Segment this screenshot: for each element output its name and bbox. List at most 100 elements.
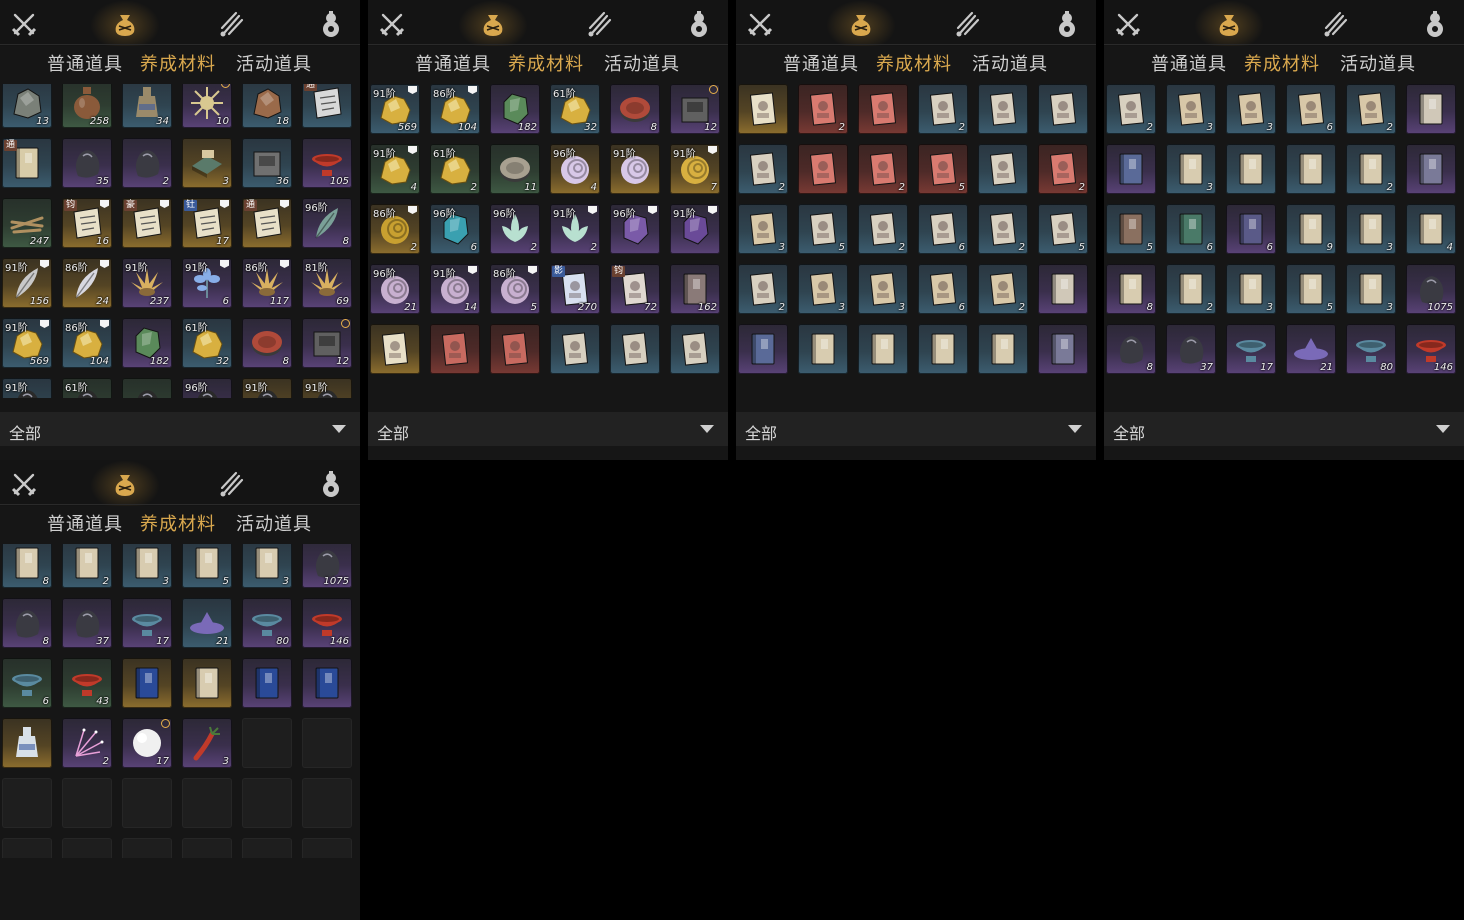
item-slot[interactable]: 3 xyxy=(738,204,788,254)
item-slot[interactable]: 3 xyxy=(1166,144,1216,194)
empty-slot[interactable] xyxy=(2,778,52,828)
item-slot[interactable] xyxy=(738,84,788,134)
tab-growth-materials[interactable]: 养成材料 xyxy=(140,510,216,536)
item-slot[interactable]: 96阶 21 xyxy=(370,264,420,314)
empty-slot[interactable] xyxy=(122,838,172,858)
item-slot[interactable]: 12 xyxy=(670,84,720,134)
item-slot[interactable]: 86阶 104 xyxy=(430,84,480,134)
item-slot[interactable] xyxy=(1406,84,1456,134)
item-slot[interactable]: 2 xyxy=(858,144,908,194)
filter-dropdown[interactable]: 全部 xyxy=(0,412,360,446)
item-slot[interactable]: 9 xyxy=(1286,204,1336,254)
empty-slot[interactable] xyxy=(122,778,172,828)
pouch-icon[interactable] xyxy=(111,10,139,38)
tab-event-items[interactable]: 活动道具 xyxy=(236,50,312,76)
item-slot[interactable]: 61阶 2 xyxy=(430,144,480,194)
item-slot[interactable]: 5 xyxy=(1286,264,1336,314)
item-slot[interactable]: 80 xyxy=(1346,324,1396,374)
item-slot[interactable]: 钧 72 xyxy=(610,264,660,314)
crossed-swords-icon[interactable] xyxy=(10,470,38,498)
item-slot[interactable]: 2 xyxy=(1346,144,1396,194)
tab-common-items[interactable]: 普通道具 xyxy=(783,50,859,76)
empty-slot[interactable] xyxy=(242,838,292,858)
item-slot[interactable] xyxy=(182,658,232,708)
item-slot[interactable] xyxy=(550,324,600,374)
item-slot[interactable]: 18 xyxy=(242,84,292,128)
pouch-icon[interactable] xyxy=(1215,10,1243,38)
item-slot[interactable]: 96阶 2 xyxy=(490,204,540,254)
item-slot[interactable] xyxy=(610,324,660,374)
pouch-icon[interactable] xyxy=(479,10,507,38)
item-slot[interactable]: 21 xyxy=(182,598,232,648)
item-slot[interactable]: 2 xyxy=(858,204,908,254)
item-slot[interactable]: 影 270 xyxy=(550,264,600,314)
item-slot[interactable]: 3 xyxy=(182,138,232,188)
tab-common-items[interactable]: 普通道具 xyxy=(415,50,491,76)
item-slot[interactable]: 6 xyxy=(2,658,52,708)
empty-slot[interactable] xyxy=(242,778,292,828)
item-slot[interactable] xyxy=(670,324,720,374)
item-slot[interactable] xyxy=(1106,144,1156,194)
item-slot[interactable]: 2 xyxy=(978,264,1028,314)
item-slot[interactable] xyxy=(978,144,1028,194)
item-slot[interactable]: 105 xyxy=(302,138,352,188)
item-slot[interactable] xyxy=(122,658,172,708)
item-slot[interactable]: 2 xyxy=(978,204,1028,254)
item-slot[interactable]: 37 xyxy=(62,598,112,648)
item-slot[interactable]: 13 xyxy=(2,84,52,128)
item-slot[interactable]: 6 xyxy=(1226,204,1276,254)
item-slot[interactable]: 3 xyxy=(1226,84,1276,134)
item-slot[interactable] xyxy=(978,324,1028,374)
item-slot[interactable]: 162 xyxy=(670,264,720,314)
tab-growth-materials[interactable]: 养成材料 xyxy=(140,50,216,76)
item-slot[interactable]: 12 xyxy=(302,318,352,368)
scroll-brush-icon[interactable] xyxy=(217,470,245,498)
crossed-swords-icon[interactable] xyxy=(1114,10,1142,38)
scroll-brush-icon[interactable] xyxy=(953,10,981,38)
item-slot[interactable]: 81阶 69 xyxy=(302,258,352,308)
gourd-icon[interactable] xyxy=(1421,10,1449,38)
item-slot[interactable]: 91阶 2 xyxy=(550,204,600,254)
item-slot[interactable]: 6 xyxy=(918,204,968,254)
item-slot[interactable]: 61阶 xyxy=(62,378,112,398)
item-slot[interactable]: 17 xyxy=(1226,324,1276,374)
item-slot[interactable]: 通 xyxy=(2,138,52,188)
crossed-swords-icon[interactable] xyxy=(10,10,38,38)
item-slot[interactable] xyxy=(242,658,292,708)
empty-slot[interactable] xyxy=(182,778,232,828)
pouch-icon[interactable] xyxy=(111,470,139,498)
item-slot[interactable]: 258 xyxy=(62,84,112,128)
item-slot[interactable]: 146 xyxy=(302,598,352,648)
item-slot[interactable] xyxy=(738,324,788,374)
item-slot[interactable]: 91阶 7 xyxy=(670,144,720,194)
item-slot[interactable]: 91阶 xyxy=(610,144,660,194)
item-slot[interactable]: 豪 xyxy=(122,198,172,248)
tab-event-items[interactable]: 活动道具 xyxy=(236,510,312,536)
item-slot[interactable]: 10 xyxy=(182,84,232,128)
item-slot[interactable] xyxy=(858,84,908,134)
item-slot[interactable]: 91阶 14 xyxy=(430,264,480,314)
item-slot[interactable]: 80 xyxy=(242,598,292,648)
item-slot[interactable]: 8 xyxy=(2,598,52,648)
item-slot[interactable]: 91阶 xyxy=(242,378,292,398)
item-slot[interactable]: 86阶 24 xyxy=(62,258,112,308)
item-slot[interactable]: 11 xyxy=(490,144,540,194)
tab-growth-materials[interactable]: 养成材料 xyxy=(876,50,952,76)
item-slot[interactable]: 182 xyxy=(490,84,540,134)
item-slot[interactable] xyxy=(978,84,1028,134)
item-slot[interactable]: 2 xyxy=(738,144,788,194)
item-slot[interactable]: 2 xyxy=(1106,84,1156,134)
empty-slot[interactable] xyxy=(62,778,112,828)
item-slot[interactable]: 3 xyxy=(1346,264,1396,314)
item-slot[interactable]: 1075 xyxy=(1406,264,1456,314)
item-slot[interactable]: 通 xyxy=(242,198,292,248)
item-slot[interactable]: 2 xyxy=(62,718,112,768)
item-slot[interactable] xyxy=(1406,144,1456,194)
item-slot[interactable]: 37 xyxy=(1166,324,1216,374)
item-slot[interactable] xyxy=(918,324,968,374)
item-slot[interactable]: 35 xyxy=(62,138,112,188)
item-slot[interactable] xyxy=(370,324,420,374)
item-slot[interactable]: 2 xyxy=(122,138,172,188)
item-slot[interactable]: 钧 16 xyxy=(62,198,112,248)
tab-common-items[interactable]: 普通道具 xyxy=(47,510,123,536)
